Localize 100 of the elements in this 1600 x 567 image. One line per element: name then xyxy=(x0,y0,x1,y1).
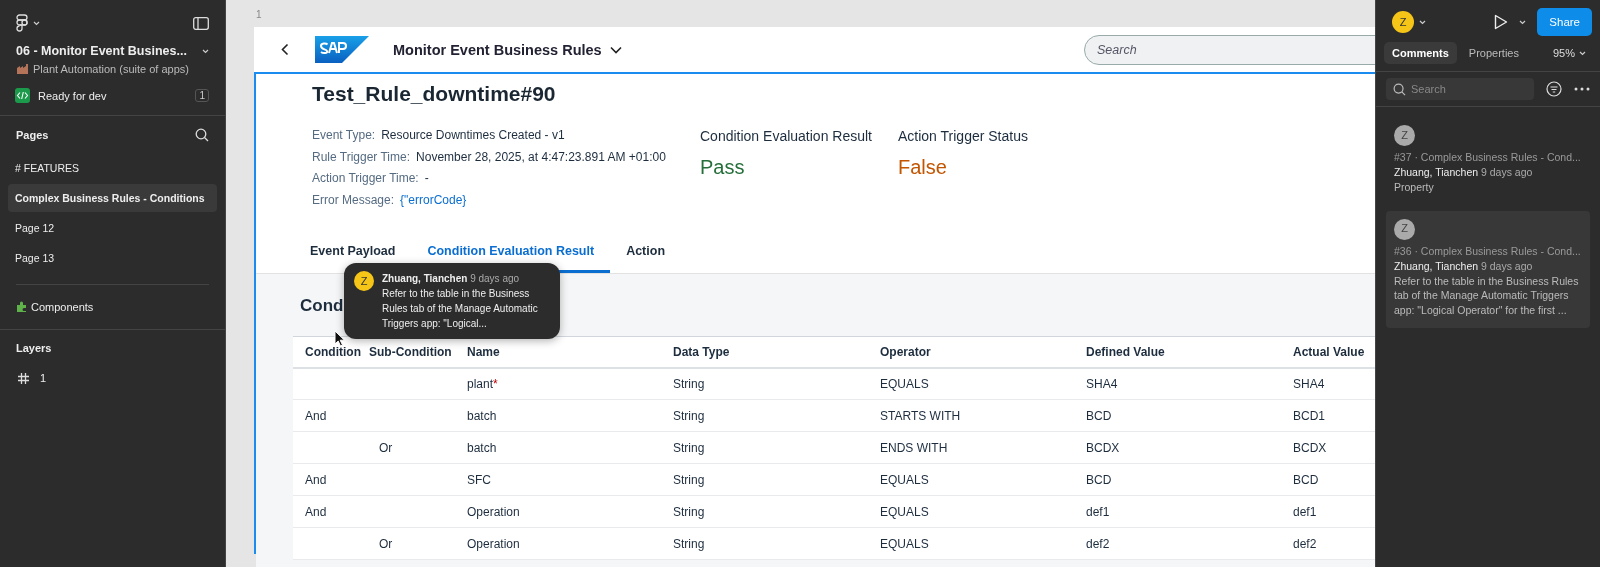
search-field[interactable]: Search xyxy=(1386,78,1534,100)
table-cell: Or xyxy=(357,431,455,464)
field-label: Error Message: xyxy=(312,192,395,207)
table-cell: EQUALS xyxy=(868,495,1074,528)
table-cell: String xyxy=(661,367,868,400)
error-link[interactable]: {"errorCode} xyxy=(400,192,467,207)
pages-heading: Pages xyxy=(16,129,50,141)
table-cell: plant* xyxy=(455,367,661,400)
table-cell: Operation xyxy=(455,527,661,560)
table-cell: EQUALS xyxy=(868,367,1074,400)
caret-icon[interactable] xyxy=(1579,50,1586,56)
table-cell: And xyxy=(293,399,357,432)
zoom-level[interactable]: 95% xyxy=(1552,47,1575,59)
comment-author: Zhuang, Tianchen 9 days ago xyxy=(1394,164,1534,180)
result-label: Action Trigger Status xyxy=(898,128,1029,144)
table-cell: And xyxy=(293,495,357,528)
more-icon[interactable] xyxy=(1574,87,1590,91)
comment-text: Refer to the table in the Business Rules tab of the Manage Automatic Triggers app: "Logical Operator" for the first ... xyxy=(1394,273,1580,319)
table-cell: String xyxy=(661,399,868,432)
page-item[interactable]: Complex Business Rules - Conditions xyxy=(8,184,217,212)
comment-tooltip[interactable]: Z Zhuang, Tianchen 9 days ago Refer to the table in the Business Rules tab of the Manage Automatic Triggers app: "Logical... xyxy=(344,263,560,339)
table-cell: And xyxy=(293,463,357,496)
table-cell: BCD xyxy=(1074,463,1281,496)
table-cell: ENDS WITH xyxy=(868,431,1074,464)
share-button[interactable]: Share xyxy=(1537,8,1592,36)
company-logo-icon xyxy=(315,36,369,63)
table-cell: batch xyxy=(455,431,661,464)
puzzle-icon xyxy=(16,301,28,313)
table-cell: SHA4 xyxy=(1074,367,1281,400)
layers-heading: Layers xyxy=(16,342,52,354)
table-cell: BCDX xyxy=(1074,431,1281,464)
result-value: Pass xyxy=(700,156,746,179)
code-icon xyxy=(15,88,30,103)
table-cell: EQUALS xyxy=(868,527,1074,560)
column-header: Data Type xyxy=(661,336,868,368)
rule-title: Test_Rule_downtime#90 xyxy=(312,82,557,106)
avatar: Z xyxy=(354,271,374,291)
field-value: November 28, 2025, at 4:47:23.891 AM +01:00 xyxy=(416,149,666,164)
count-badge: 1 xyxy=(195,89,209,102)
search-field[interactable]: Search xyxy=(1084,34,1375,65)
result-value: False xyxy=(898,156,948,179)
avatar[interactable]: Z xyxy=(1392,11,1414,33)
factory-icon xyxy=(16,63,30,75)
field-value: - xyxy=(424,171,429,185)
file-title[interactable]: 06 - Monitor Event Busines... xyxy=(16,44,187,58)
play-icon[interactable] xyxy=(1494,14,1509,30)
tab[interactable]: Action xyxy=(610,236,681,273)
table-cell: String xyxy=(661,495,868,528)
table-cell: Or xyxy=(357,527,455,560)
caret-icon[interactable] xyxy=(33,20,40,26)
table-cell: String xyxy=(661,431,868,464)
section-title: Cond xyxy=(300,296,344,316)
comment-author: Zhuang, Tianchen 9 days ago xyxy=(382,272,521,286)
figma-logo-icon[interactable] xyxy=(16,14,28,32)
field-label: Rule Trigger Time: xyxy=(312,149,411,164)
project-name[interactable]: Plant Automation (suite of apps) xyxy=(33,63,189,75)
comment-author: Zhuang, Tianchen 9 days ago xyxy=(1394,258,1534,274)
sidebar-toggle-icon[interactable] xyxy=(193,16,209,30)
field-label: Action Trigger Time: xyxy=(312,171,419,185)
app-title[interactable]: Monitor Event Business Rules xyxy=(393,41,602,58)
comment-card[interactable]: Z #37 · Complex Business Rules - Cond... Zhuang, Tianchen 9 days ago Property xyxy=(1386,117,1590,205)
dev-status-label[interactable]: Ready for dev xyxy=(38,89,188,102)
table-cell: STARTS WITH xyxy=(868,399,1074,432)
column-header: Defined Value xyxy=(1074,336,1281,368)
column-header: Operator xyxy=(868,336,1074,368)
field-value: Resource Downtimes Created - v1 xyxy=(381,128,565,142)
table-cell: EQUALS xyxy=(868,463,1074,496)
comment-card[interactable]: Z #36 · Complex Business Rules - Cond... Zhuang, Tianchen 9 days ago Refer to the table in the Business Rules tab of the Manage Automatic Triggers app: "Logical Operator" for the first ... xyxy=(1386,210,1590,329)
avatar: Z xyxy=(1394,125,1415,146)
caret-icon[interactable] xyxy=(202,48,209,54)
chevron-down-icon[interactable] xyxy=(609,45,622,54)
search-icon xyxy=(1393,83,1406,96)
panel-tab[interactable]: Comments xyxy=(1384,42,1457,64)
table-cell: def2 xyxy=(1074,527,1281,560)
caret-icon[interactable] xyxy=(1519,19,1527,25)
table-cell: def1 xyxy=(1074,495,1281,528)
search-icon[interactable] xyxy=(195,128,209,142)
comment-text: Property xyxy=(1394,179,1435,195)
table-cell: batch xyxy=(455,399,661,432)
caret-icon[interactable] xyxy=(1419,19,1426,25)
result-label: Condition Evaluation Result xyxy=(700,128,873,144)
page-item[interactable]: Page 13 xyxy=(8,244,217,272)
table-cell: String xyxy=(661,463,868,496)
table-cell: SFC xyxy=(455,463,661,496)
comment-text: Refer to the table in the Business Rules tab of the Manage Automatic Triggers app: "Logical... xyxy=(382,287,539,331)
frame-icon xyxy=(18,372,29,384)
page-item[interactable]: Page 12 xyxy=(8,214,217,242)
table-cell: BCD xyxy=(1074,399,1281,432)
library-item[interactable]: Components xyxy=(31,301,94,313)
comment-context: #37 · Complex Business Rules - Cond... xyxy=(1394,150,1582,165)
filter-icon[interactable] xyxy=(1546,81,1562,97)
field-label: Event Type: xyxy=(312,128,376,142)
back-icon[interactable] xyxy=(281,43,289,56)
page-item[interactable]: # FEATURES xyxy=(8,154,217,182)
panel-tab[interactable]: Properties xyxy=(1460,42,1527,64)
table-cell: Operation xyxy=(455,495,661,528)
comment-context: #36 · Complex Business Rules - Cond... xyxy=(1394,243,1582,259)
layer-item[interactable]: 1 xyxy=(0,366,225,390)
table-cell: String xyxy=(661,527,868,560)
avatar: Z xyxy=(1394,218,1415,240)
